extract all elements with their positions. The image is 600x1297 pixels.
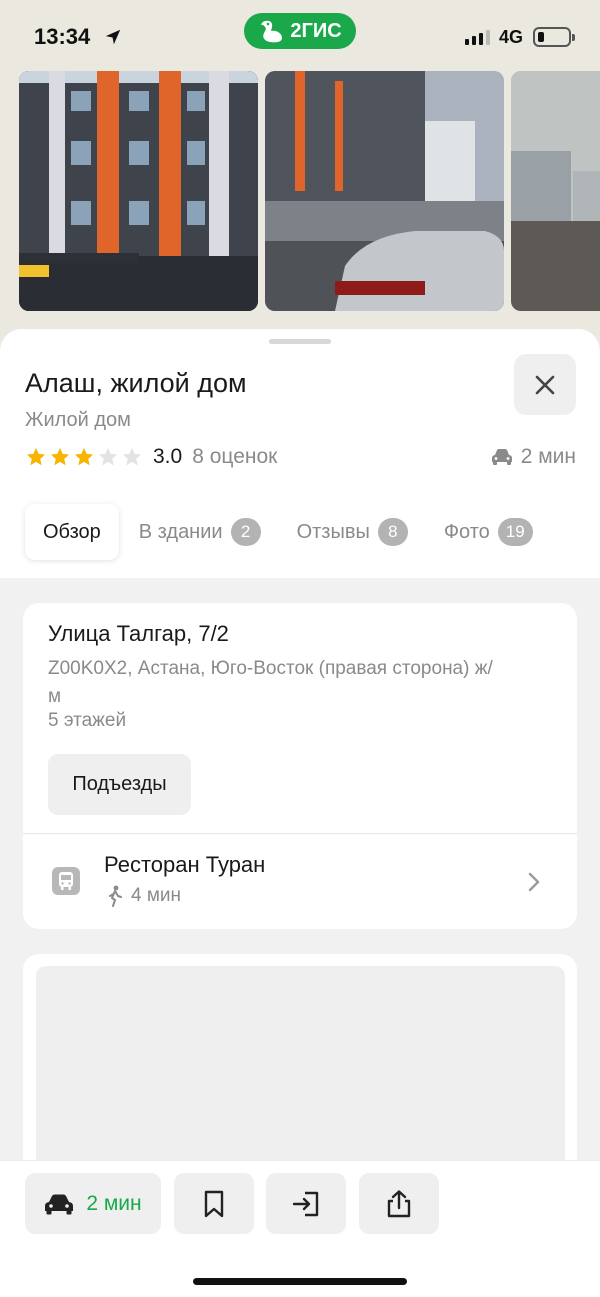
- rating-stars: [25, 446, 143, 468]
- tab-reviews-badge: 8: [377, 518, 408, 546]
- photo-building-front[interactable]: [19, 71, 258, 311]
- car-icon: [491, 449, 512, 465]
- nearby-walk-time: 4 мин: [107, 885, 181, 907]
- rating-row[interactable]: 3.0 8 оценок: [25, 444, 277, 470]
- bus-stop-icon: [52, 867, 80, 895]
- share-icon: [387, 1189, 411, 1217]
- nearby-stop-name: Ресторан Туран: [104, 852, 266, 877]
- tab-photos[interactable]: Фото 19: [444, 504, 533, 560]
- share-button[interactable]: [359, 1173, 439, 1234]
- star-empty-icon: [122, 447, 142, 466]
- star-filled-icon: [26, 447, 46, 466]
- bookmark-button[interactable]: [174, 1173, 254, 1234]
- tab-overview[interactable]: Обзор: [25, 504, 119, 560]
- rating-count: 8 оценок: [192, 445, 278, 468]
- tab-photos-label: Фото: [443, 520, 490, 543]
- address-street[interactable]: Улица Талгар, 7/2: [48, 621, 229, 647]
- goose-icon: [261, 20, 283, 43]
- bookmark-icon: [204, 1190, 224, 1217]
- tab-in-building-label: В здании: [138, 520, 223, 543]
- address-details: Z00K0X2, Астана, Юго-Восток (правая стор…: [48, 658, 493, 707]
- entrances-button[interactable]: Подъезды: [48, 754, 191, 815]
- drive-eta[interactable]: 2 мин: [491, 444, 576, 470]
- floor-count: 5 этажей: [48, 710, 127, 731]
- entrance-navigation-button[interactable]: [266, 1173, 346, 1234]
- home-indicator: [193, 1278, 407, 1285]
- tab-in-building-badge: 2: [230, 518, 261, 546]
- battery-icon: [533, 27, 575, 47]
- place-title: Алаш, жилой дом: [25, 368, 247, 398]
- enter-icon: [292, 1191, 319, 1216]
- star-filled-icon: [50, 447, 70, 466]
- network-type: 4G: [499, 27, 524, 47]
- photo-carousel[interactable]: [19, 71, 600, 311]
- walking-icon: [109, 885, 122, 907]
- address-card: Улица Талгар, 7/2 Z00K0X2, Астана, Юго-В…: [23, 603, 577, 929]
- route-button[interactable]: 2 мин: [25, 1173, 161, 1234]
- route-eta-label: 2 мин: [86, 1191, 142, 1215]
- close-icon: [535, 375, 555, 394]
- tab-reviews-label: Отзывы: [296, 520, 370, 543]
- brand-label: 2ГИС: [290, 19, 342, 42]
- photo-neighborhood[interactable]: [511, 71, 600, 311]
- tab-bar: Обзор В здании 2 Отзывы 8 Фото 19: [25, 504, 533, 560]
- star-filled-icon: [74, 447, 94, 466]
- signal-icon: [465, 29, 490, 45]
- bottom-action-bar: 2 мин: [0, 1160, 600, 1297]
- chevron-right-icon: [528, 872, 540, 892]
- drive-eta-label: 2 мин: [520, 445, 576, 468]
- tab-in-building[interactable]: В здании 2: [139, 504, 261, 560]
- star-empty-icon: [98, 447, 118, 466]
- location-arrow-icon: [105, 29, 121, 45]
- status-time: 13:34: [34, 24, 91, 49]
- tab-reviews[interactable]: Отзывы 8: [297, 504, 408, 560]
- status-bar: 13:34 2ГИС 4G: [0, 0, 600, 70]
- photo-building-street[interactable]: [265, 71, 504, 311]
- brand-logo[interactable]: 2ГИС: [244, 13, 356, 49]
- rating-value: 3.0: [153, 445, 183, 468]
- tab-photos-badge: 19: [497, 518, 533, 546]
- divider: [23, 833, 577, 834]
- car-icon: [45, 1194, 74, 1214]
- place-category: Жилой дом: [25, 409, 131, 431]
- tab-overview-label: Обзор: [43, 520, 101, 543]
- sheet-grabber[interactable]: [269, 339, 331, 344]
- close-button[interactable]: [514, 354, 576, 415]
- nearby-walk-time-label: 4 мин: [131, 885, 182, 906]
